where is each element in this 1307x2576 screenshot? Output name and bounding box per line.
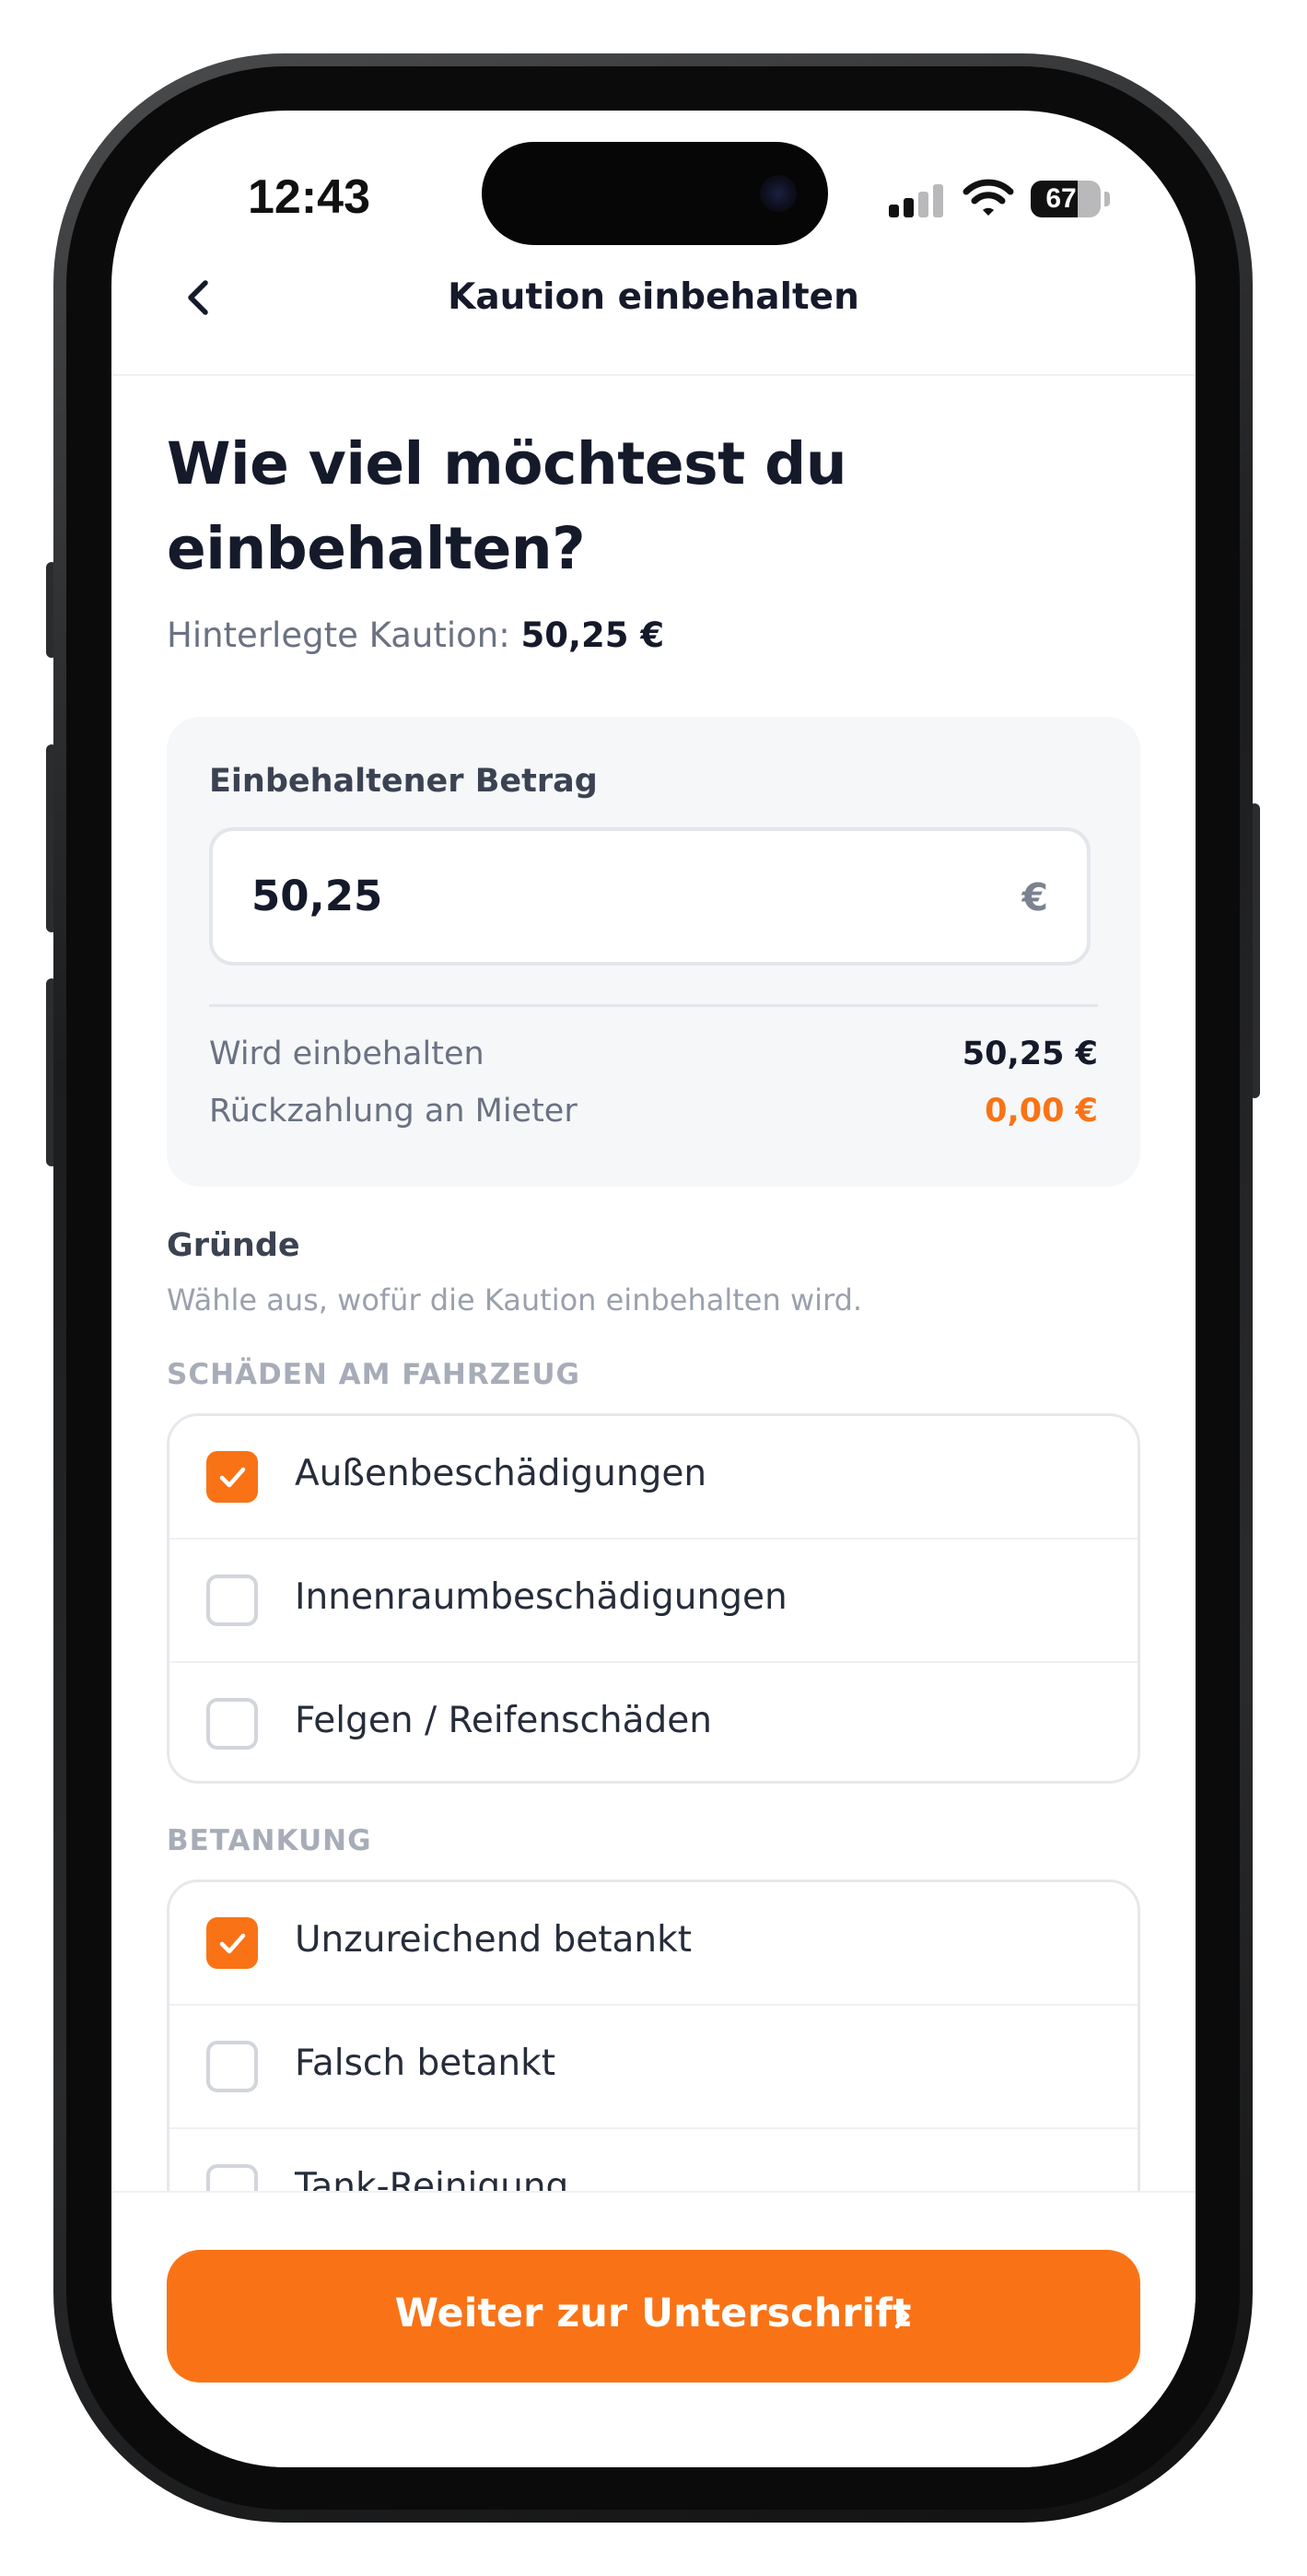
checkbox-checked[interactable] [206,1451,258,1503]
option-insufficient-fuel[interactable]: Unzureichend betankt [169,1882,1138,2006]
damage-options-group: Außenbeschädigungen Innenraumbeschädigun… [167,1413,1140,1784]
option-label: Unzureichend betankt [295,1919,693,1961]
page-title: Kaution einbehalten [448,276,859,318]
option-rim-tire-damage[interactable]: Felgen / Reifenschäden [169,1663,1138,1781]
deposit-amount: 50,25 € [520,615,665,655]
checkbox-unchecked[interactable] [206,2041,258,2092]
headline-line-1: Wie viel möchtest du [167,430,847,498]
dynamic-island [482,142,828,245]
amount-divider [209,1004,1098,1007]
cellular-signal-icon [889,184,944,217]
chevron-right-icon [894,2303,910,2329]
deposit-info: Hinterlegte Kaution: 50,25 € [167,615,664,655]
amount-card: Einbehaltener Betrag 50,25 € Wird einbeh… [167,717,1140,1187]
camera-icon [760,175,797,212]
retained-value: 50,25 € [962,1036,1098,1072]
amount-input-value: 50,25 [251,872,383,920]
app-screen: 12:43 67 Kaution einbehalten Wie viel mö… [111,111,1196,2467]
wifi-icon [963,179,1014,216]
checkbox-unchecked[interactable] [206,1698,258,1750]
retained-label: Wird einbehalten [209,1036,484,1072]
check-icon [219,1467,246,1488]
footer: Weiter zur Unterschrift [111,2191,1196,2467]
section-label-fuel: BETANKUNG [167,1824,372,1857]
euro-icon: € [1021,875,1048,919]
option-label: Falsch betankt [295,2043,555,2084]
check-icon [219,1933,246,1954]
headline-line-2: einbehalten? [167,515,586,582]
battery-tip [1104,192,1110,206]
checkbox-unchecked[interactable] [206,1575,258,1626]
refund-value: 0,00 € [985,1093,1098,1130]
headline: Wie viel möchtest du einbehalten? [167,422,1088,591]
amount-input[interactable]: 50,25 € [209,827,1091,966]
option-wrong-fuel[interactable]: Falsch betankt [169,2006,1138,2129]
option-label: Felgen / Reifenschäden [295,1700,712,1741]
status-time: 12:43 [248,170,370,224]
cta-label: Weiter zur Unterschrift [394,2290,912,2336]
reasons-subtitle: Wähle aus, wofür die Kaution einbehalten… [167,1282,863,1317]
nav-divider [111,374,1196,376]
option-exterior-damage[interactable]: Außenbeschädigungen [169,1416,1138,1540]
battery-level: 67 [1045,183,1077,214]
continue-to-signature-button[interactable]: Weiter zur Unterschrift [167,2250,1140,2383]
option-interior-damage[interactable]: Innenraumbeschädigungen [169,1540,1138,1663]
deposit-label: Hinterlegte Kaution: [167,615,510,655]
refund-label: Rückzahlung an Mieter [209,1093,578,1130]
checkbox-checked[interactable] [206,1917,258,1969]
amount-label: Einbehaltener Betrag [209,763,598,800]
reasons-title: Gründe [167,1227,300,1264]
option-label: Außenbeschädigungen [295,1453,707,1494]
section-label-damage: SCHÄDEN AM FAHRZEUG [167,1358,580,1391]
option-label: Innenraumbeschädigungen [295,1576,788,1618]
